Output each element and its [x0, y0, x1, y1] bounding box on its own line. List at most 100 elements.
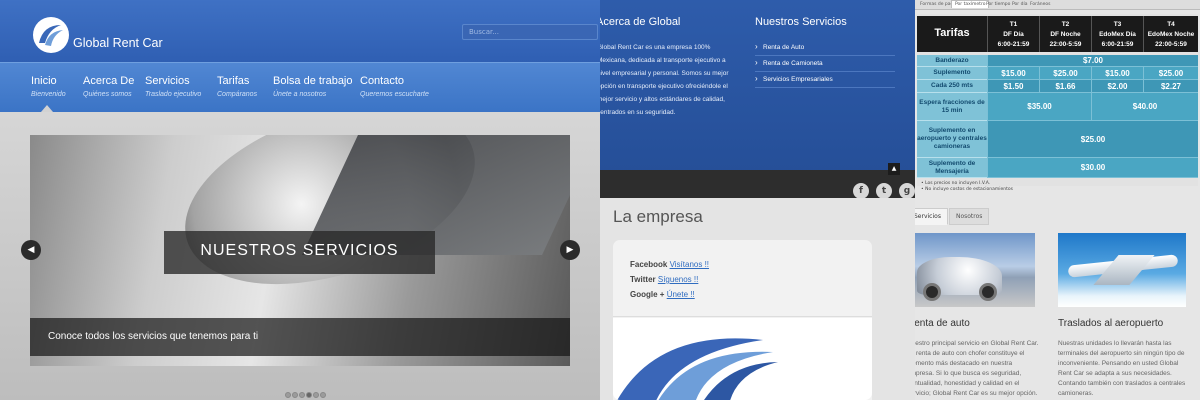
twitter-line: Twitter Síguenos !!: [630, 275, 698, 284]
table-cell: $40.00: [1091, 93, 1198, 121]
nav-label: Contacto: [360, 75, 405, 87]
brand-name[interactable]: Global Rent Car: [73, 36, 163, 50]
slider-dot[interactable]: [285, 392, 291, 398]
slider-dot-active[interactable]: [306, 392, 312, 398]
table-cell: $15.00: [987, 67, 1039, 80]
nav-label: Bolsa de trabajo: [273, 75, 353, 87]
col-t: T3: [1113, 21, 1122, 28]
airplane-image: [1058, 233, 1186, 307]
nav-item-acerca[interactable]: Acerca De Quiénes somos: [83, 75, 134, 98]
col-b: 6:00-21:59: [1101, 41, 1134, 48]
tab-nosotros[interactable]: Nosotros: [948, 208, 990, 225]
google-icon[interactable]: g: [899, 183, 915, 199]
table-cell: $25.00: [1039, 67, 1091, 80]
google-line: Google + Únete !!: [630, 290, 695, 299]
social-label: Facebook: [630, 260, 668, 269]
slider-dot[interactable]: [292, 392, 298, 398]
prev-slide-icon[interactable]: ◀: [21, 240, 41, 260]
twitter-link[interactable]: Síguenos !!: [658, 275, 698, 284]
servicio-link[interactable]: Renta de Auto: [755, 40, 895, 56]
acerca-text: Global Rent Car es una empresa 100% Mexi…: [600, 44, 729, 116]
site-header: Global Rent Car Buscar...: [0, 0, 600, 62]
nav-label: Acerca De: [83, 75, 135, 87]
slider-dot[interactable]: [313, 392, 319, 398]
logo-icon[interactable]: [33, 17, 69, 53]
nav-label: Inicio: [31, 75, 57, 87]
slider-dot[interactable]: [320, 392, 326, 398]
twitter-icon[interactable]: t: [876, 183, 892, 199]
servicios-list: Renta de Auto Renta de Camioneta Servici…: [755, 40, 895, 88]
slider-pagination: [285, 383, 327, 400]
servicio-link[interactable]: Servicios Empresariales: [755, 72, 895, 88]
nav-item-tarifas[interactable]: Tarifas Compáranos: [217, 75, 257, 98]
wheel-shape: [979, 283, 997, 301]
slider-dot[interactable]: [299, 392, 305, 398]
tarifa-tabs: Formas de pago Por taxímetro Por tiempo …: [915, 0, 1200, 10]
service-title[interactable]: Renta de auto: [915, 318, 970, 329]
nav-item-contacto[interactable]: Contacto Queremos escucharte: [360, 75, 429, 98]
tarifas-title: Tarifas: [917, 16, 987, 52]
col-a: EdoMex Día: [1099, 31, 1136, 38]
row-label: Banderazo: [917, 55, 987, 67]
table-cell: $15.00: [1091, 67, 1143, 80]
note: • No incluye costos de estacionamientos: [921, 187, 1013, 192]
tab-servicios[interactable]: Servicios: [915, 208, 948, 225]
col-t: T2: [1061, 21, 1070, 28]
scroll-top-icon[interactable]: ▲: [888, 163, 900, 175]
table-cell: $1.50: [987, 80, 1039, 93]
google-link[interactable]: Únete !!: [667, 290, 695, 299]
nav-sublabel: Quiénes somos: [83, 91, 132, 98]
service-title[interactable]: Traslados al aeropuerto: [1058, 318, 1163, 329]
table-cell: $1.66: [1039, 80, 1091, 93]
next-slide-icon[interactable]: ▶: [560, 240, 580, 260]
nav-item-inicio[interactable]: Inicio Bienvenido: [31, 75, 66, 98]
nav-sublabel: Queremos escucharte: [360, 91, 429, 98]
search-input[interactable]: Buscar...: [462, 24, 598, 40]
column-header: T3 EdoMex Día 6:00-21:59: [1091, 16, 1143, 52]
nav-item-servicios[interactable]: Servicios Traslado ejecutivo: [145, 75, 201, 98]
row-label: Cada 250 mts: [917, 80, 987, 93]
main-nav: Inicio Bienvenido Acerca De Quiénes somo…: [0, 62, 600, 112]
nav-item-bolsa[interactable]: Bolsa de trabajo Únete a nosotros: [273, 75, 353, 98]
service-text: Nuestro principal servicio en Global Ren…: [915, 340, 1039, 397]
col-a: EdoMex Noche: [1147, 31, 1195, 38]
column-header: T2 DF Noche 22:00-5:59: [1039, 16, 1091, 52]
table-cell: $2.27: [1143, 80, 1198, 93]
social-label: Google +: [630, 290, 665, 299]
col-a: DF Día: [1003, 31, 1024, 38]
nav-label: Servicios: [145, 75, 190, 87]
column-header: T4 EdoMex Noche 22:00-5:59: [1143, 16, 1198, 52]
servicios-heading: Nuestros Servicios: [755, 16, 847, 28]
col-t: T4: [1167, 21, 1175, 28]
active-nav-indicator: [41, 105, 53, 112]
col-a: DF Noche: [1050, 31, 1081, 38]
social-label: Twitter: [630, 275, 656, 284]
facebook-icon[interactable]: f: [853, 183, 869, 199]
tarifas-panel: Formas de pago Por taxímetro Por tiempo …: [915, 0, 1200, 400]
slide-caption: Conoce todos los servicios que tenemos p…: [48, 331, 259, 342]
row-label: Suplemento en aeropuerto y centrales cam…: [917, 121, 987, 158]
slide-title[interactable]: NUESTROS SERVICIOS: [164, 231, 435, 274]
tarifa-notes: • Los precios no incluyen I.V.A. • No in…: [921, 181, 1013, 193]
col-b: 22:00-5:59: [1049, 41, 1082, 48]
site-footer: Acerca de Global Global Rent Car es una …: [600, 0, 915, 198]
service-text: Nuestras unidades lo llevarán hasta las …: [1058, 340, 1186, 397]
column-header: T1 DF Día 6:00-21:59: [987, 16, 1039, 52]
acerca-heading: Acerca de Global: [600, 16, 681, 28]
car-image: [915, 233, 1035, 307]
nav-sublabel: Compáranos: [217, 91, 258, 98]
services-tabs: Servicios Nosotros: [915, 203, 990, 225]
table-cell: $35.00: [987, 93, 1091, 121]
nav-sublabel: Bienvenido: [31, 91, 66, 98]
servicio-link[interactable]: Renta de Camioneta: [755, 56, 895, 72]
homepage-panel: Global Rent Car Buscar... Inicio Bienven…: [0, 0, 600, 400]
col-t: T1: [1009, 21, 1018, 28]
tab-foraneos[interactable]: Foráneos: [1027, 1, 1054, 8]
facebook-link[interactable]: Visítanos !!: [670, 260, 709, 269]
empresa-heading: La empresa: [613, 207, 703, 226]
table-cell: $30.00: [987, 158, 1198, 178]
row-label: Suplemento: [917, 67, 987, 80]
nav-label: Tarifas: [217, 75, 250, 87]
nav-sublabel: Traslado ejecutivo: [145, 91, 202, 98]
large-logo-icon: [613, 318, 872, 400]
